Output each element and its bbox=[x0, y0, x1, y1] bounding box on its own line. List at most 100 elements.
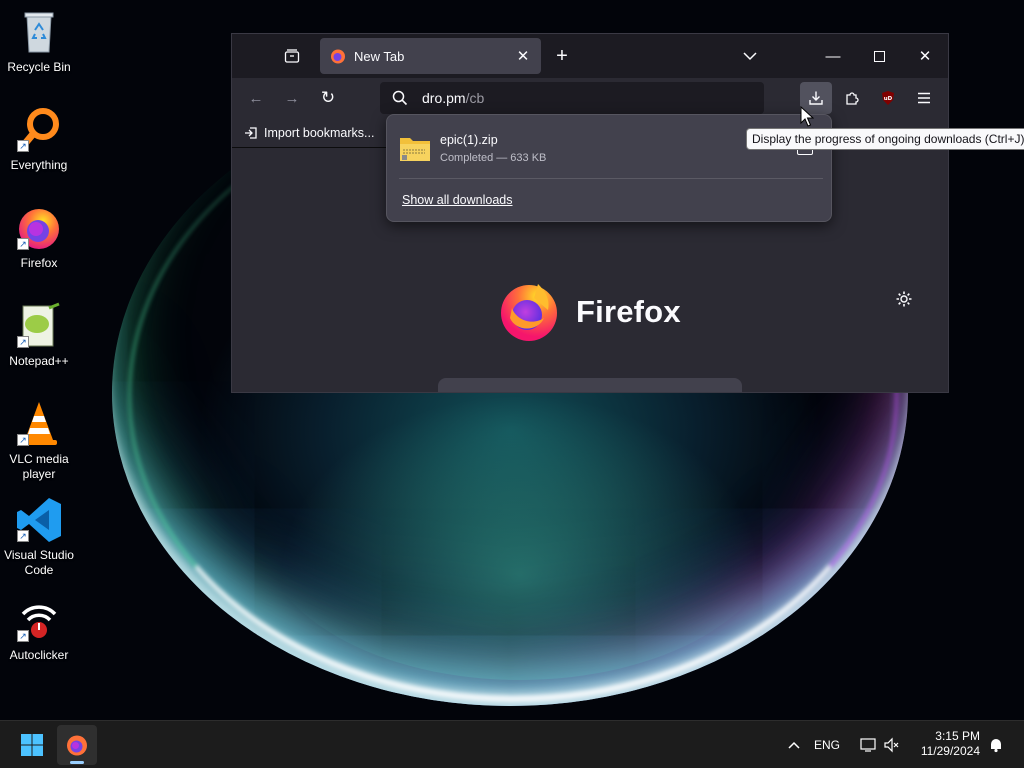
list-all-tabs-button[interactable] bbox=[734, 40, 766, 72]
desktop-icon-notepadpp[interactable]: ↗ Notepad++ bbox=[0, 302, 78, 369]
tab-bar: New Tab ✕ + — ✕ bbox=[232, 34, 948, 78]
app-menu-button[interactable] bbox=[908, 82, 940, 114]
maximize-button[interactable] bbox=[863, 40, 895, 72]
show-all-downloads-button[interactable]: Show all downloads bbox=[402, 193, 513, 207]
taskbar: ENG 3:15 PM 11/29/2024 bbox=[0, 720, 1024, 768]
back-button[interactable]: ← bbox=[240, 82, 272, 114]
download-status: Completed — 633 KB bbox=[440, 152, 547, 164]
network-icon bbox=[860, 738, 876, 752]
desktop-icon-label: Code bbox=[24, 563, 54, 577]
shortcut-arrow-icon: ↗ bbox=[17, 336, 29, 348]
desktop-icon-label: Recycle Bin bbox=[7, 60, 71, 74]
shortcut-arrow-icon: ↗ bbox=[17, 140, 29, 152]
minimize-icon: — bbox=[825, 47, 841, 65]
vscode-icon: ↗ bbox=[15, 496, 63, 544]
bell-icon bbox=[991, 739, 1001, 753]
url-host: dro.pm bbox=[422, 90, 466, 106]
input-language-indicator[interactable]: ENG bbox=[814, 735, 840, 755]
import-icon bbox=[245, 126, 257, 139]
firefox-icon bbox=[67, 735, 87, 756]
close-icon: ✕ bbox=[918, 48, 932, 65]
taskbar-clock[interactable]: 3:15 PM 11/29/2024 bbox=[921, 729, 980, 759]
show-all-downloads-label: Show all downloads bbox=[402, 193, 513, 207]
forward-button[interactable]: → bbox=[276, 82, 308, 114]
gear-icon bbox=[896, 291, 912, 307]
windows-logo-icon bbox=[21, 734, 43, 756]
chevron-up-icon bbox=[788, 741, 800, 749]
shortcut-arrow-icon: ↗ bbox=[17, 530, 29, 542]
everything-search-icon: ↗ bbox=[15, 106, 63, 154]
maximize-icon bbox=[873, 50, 885, 62]
desktop-icon-vlc[interactable]: ↗ VLC media player bbox=[0, 400, 78, 482]
shortcut-arrow-icon: ↗ bbox=[17, 238, 29, 250]
desktop-icon-label: Firefox bbox=[20, 256, 58, 270]
desktop-icon-label: Visual Studio bbox=[4, 548, 74, 562]
arrow-left-icon: ← bbox=[248, 89, 264, 107]
tab-new-tab[interactable]: New Tab ✕ bbox=[320, 38, 541, 74]
desktop-icon-vscode[interactable]: ↗ Visual Studio Code bbox=[0, 496, 78, 578]
import-bookmarks-label: Import bookmarks... bbox=[264, 125, 375, 140]
plus-icon: + bbox=[556, 44, 568, 67]
close-icon: ✕ bbox=[516, 48, 530, 65]
url-bar[interactable]: dro.pm/cb bbox=[380, 82, 764, 114]
clock-date: 11/29/2024 bbox=[920, 744, 980, 758]
vlc-cone-icon: ↗ bbox=[15, 400, 63, 448]
firefox-view-button[interactable] bbox=[276, 40, 308, 72]
mouse-cursor-icon bbox=[800, 106, 814, 127]
language-label: ENG bbox=[814, 738, 841, 752]
minimize-button[interactable]: — bbox=[817, 40, 849, 72]
taskbar-firefox-button[interactable] bbox=[57, 725, 97, 765]
new-tab-search-box[interactable] bbox=[438, 378, 742, 392]
volume-muted-icon bbox=[884, 737, 899, 753]
extensions-button[interactable] bbox=[836, 82, 868, 114]
desktop-icon-autoclicker[interactable]: ↗ Autoclicker bbox=[0, 596, 78, 663]
ublock-origin-button[interactable]: uD bbox=[872, 82, 904, 114]
desktop-icon-recycle-bin[interactable]: Recycle Bin bbox=[0, 8, 78, 75]
chevron-down-icon bbox=[743, 52, 757, 61]
autoclicker-icon: ↗ bbox=[15, 596, 63, 644]
firefox-logo-icon bbox=[501, 284, 557, 341]
recycle-bin-icon bbox=[15, 8, 63, 56]
desktop-icon-firefox[interactable]: ↗ Firefox bbox=[0, 204, 78, 271]
puzzle-piece-icon bbox=[846, 92, 859, 105]
desktop-icon-label: player bbox=[22, 467, 56, 481]
zip-folder-icon bbox=[400, 138, 430, 161]
notifications-button[interactable] bbox=[986, 735, 1006, 755]
desktop-icon-label: VLC media bbox=[9, 452, 69, 466]
ublock-shield-icon: uD bbox=[882, 91, 894, 105]
desktop-icon-label: Autoclicker bbox=[9, 648, 69, 662]
desktop-icon-everything[interactable]: ↗ Everything bbox=[0, 106, 78, 173]
running-indicator bbox=[70, 761, 84, 764]
download-filename: epic(1).zip bbox=[440, 133, 498, 147]
tab-close-button[interactable]: ✕ bbox=[511, 44, 535, 68]
url-path: /cb bbox=[465, 90, 485, 106]
new-tab-button[interactable]: + bbox=[546, 40, 578, 72]
reload-button[interactable]: ↻ bbox=[312, 82, 344, 114]
close-window-button[interactable]: ✕ bbox=[909, 40, 941, 72]
panel-separator bbox=[399, 178, 823, 179]
personalize-new-tab-button[interactable] bbox=[895, 290, 913, 313]
desktop-icon-label: Notepad++ bbox=[9, 354, 69, 368]
firefox-favicon-icon bbox=[331, 49, 345, 64]
firefox-view-icon bbox=[284, 49, 300, 63]
network-volume-tray[interactable] bbox=[856, 733, 904, 757]
shortcut-arrow-icon: ↗ bbox=[17, 434, 29, 446]
import-bookmarks-button[interactable]: Import bookmarks... bbox=[244, 126, 374, 140]
nav-bar: ← → ↻ dro.pm/cb uD bbox=[232, 78, 948, 118]
tab-title: New Tab bbox=[354, 48, 405, 64]
firefox-icon: ↗ bbox=[15, 204, 63, 252]
search-icon bbox=[392, 90, 408, 106]
downloads-tooltip: Display the progress of ongoing download… bbox=[746, 128, 1024, 150]
svg-text:uD: uD bbox=[884, 96, 893, 102]
shortcut-arrow-icon: ↗ bbox=[17, 630, 29, 642]
start-button[interactable] bbox=[14, 729, 50, 761]
desktop-icon-label: Everything bbox=[10, 158, 68, 172]
notepad-plus-plus-icon: ↗ bbox=[15, 302, 63, 350]
hamburger-menu-icon bbox=[918, 92, 930, 104]
arrow-right-icon: → bbox=[284, 89, 300, 107]
download-icon bbox=[809, 91, 823, 105]
show-hidden-icons-button[interactable] bbox=[782, 733, 806, 757]
reload-icon: ↻ bbox=[320, 88, 336, 107]
firefox-wordmark: Firefox bbox=[576, 294, 681, 329]
clock-time: 3:15 PM bbox=[935, 729, 980, 743]
